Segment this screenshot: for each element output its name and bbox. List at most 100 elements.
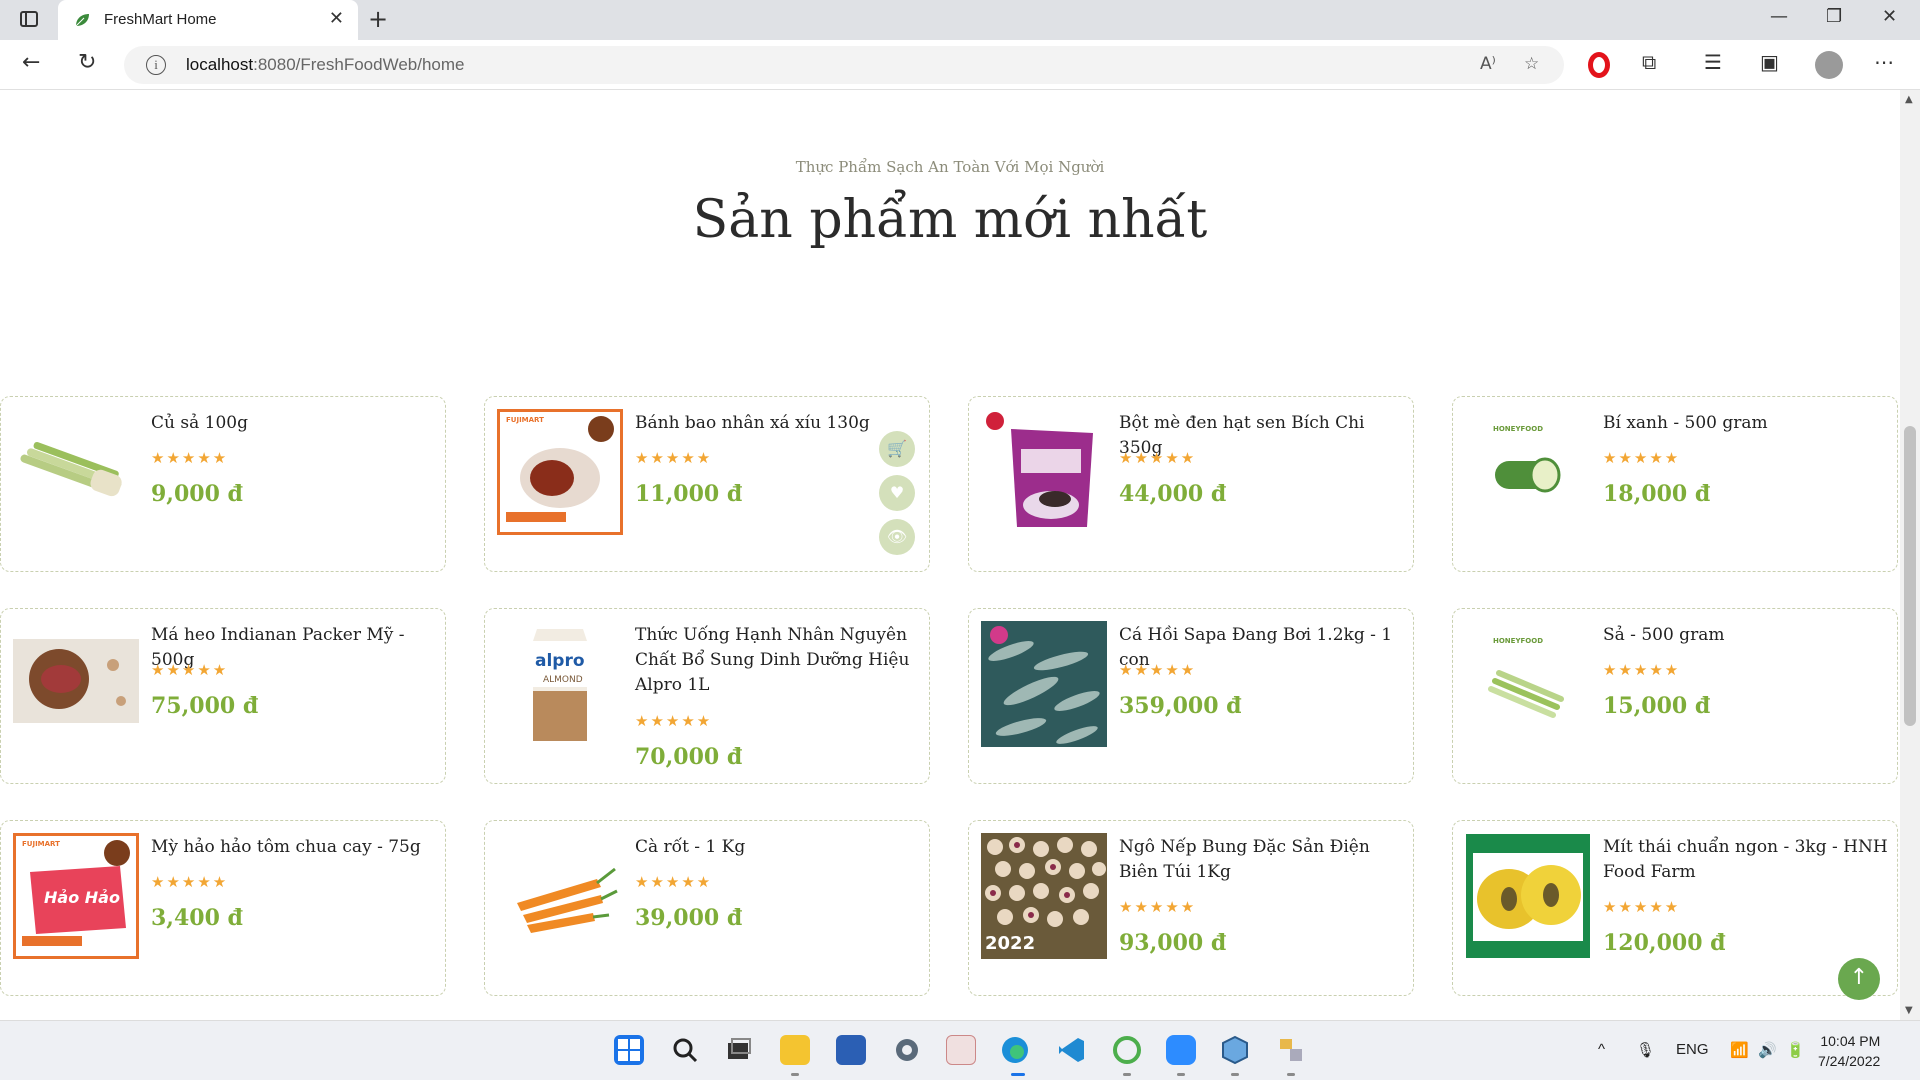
address-bar[interactable]: i localhost:8080/FreshFoodWeb/home A⁾ ☆ xyxy=(124,46,1564,84)
product-name[interactable]: Củ sả 100g xyxy=(151,411,436,436)
honeyfood-logo: HONEYFOOD xyxy=(1493,637,1544,645)
rating-stars: ★★★★★ xyxy=(151,873,229,891)
network-tool-icon[interactable] xyxy=(1276,1035,1306,1065)
product-price: 359,000 đ xyxy=(1119,693,1242,719)
snipping-tool-icon[interactable] xyxy=(946,1035,976,1065)
product-price: 93,000 đ xyxy=(1119,930,1227,956)
extensions-icon[interactable]: ⧉ xyxy=(1642,50,1656,74)
product-image-lemongrass[interactable] xyxy=(13,409,139,535)
product-image-ma-heo[interactable] xyxy=(13,621,139,747)
product-card[interactable]: Cá Hồi Sapa Đang Bơi 1.2kg - 1 con ★★★★★… xyxy=(968,608,1414,784)
product-name[interactable]: Mỳ hảo hảo tôm chua cay - 75g xyxy=(151,835,436,860)
scroll-down-arrow-icon[interactable]: ▼ xyxy=(1905,1005,1913,1016)
zoom-icon[interactable] xyxy=(1166,1035,1196,1065)
url-text[interactable]: localhost:8080/FreshFoodWeb/home xyxy=(186,55,464,75)
running-indicator xyxy=(1123,1073,1131,1076)
microsoft-store-icon[interactable] xyxy=(836,1035,866,1065)
virtualbox-icon[interactable] xyxy=(1220,1035,1250,1065)
restore-button[interactable]: ❐ xyxy=(1826,6,1842,27)
product-image-sa[interactable]: HONEYFOOD xyxy=(1465,621,1591,747)
product-image-bot-me-den[interactable] xyxy=(981,409,1107,535)
green-app-icon[interactable] xyxy=(1112,1035,1142,1065)
alpro-logo: alpro xyxy=(535,651,585,671)
site-info-icon[interactable]: i xyxy=(146,55,166,75)
profile-avatar[interactable] xyxy=(1815,51,1843,79)
product-card[interactable]: alpro ALMOND Thức Uống Hạnh Nhân Nguyên … xyxy=(484,608,930,784)
product-card[interactable]: 2022 Ngô Nếp Bung Đặc Sản Điện Biên Túi … xyxy=(968,820,1414,996)
browser-tab[interactable]: FreshMart Home ✕ xyxy=(58,0,358,40)
scroll-to-top-button[interactable]: ↑ xyxy=(1838,958,1880,1000)
product-card[interactable]: Cà rốt - 1 Kg ★★★★★ 39,000 đ xyxy=(484,820,930,996)
product-name[interactable]: Sả - 500 gram xyxy=(1603,623,1888,648)
microphone-icon[interactable]: 🎙 xyxy=(1636,1041,1655,1059)
add-favorite-icon[interactable]: ☆ xyxy=(1524,54,1539,74)
rating-stars: ★★★★★ xyxy=(1119,898,1197,916)
product-price: 3,400 đ xyxy=(151,905,243,931)
rating-stars: ★★★★★ xyxy=(1119,449,1197,467)
system-clock[interactable]: 10:04 PM 7/24/2022 xyxy=(1818,1031,1880,1071)
running-indicator xyxy=(1231,1073,1239,1076)
active-indicator xyxy=(1011,1073,1025,1076)
back-button[interactable]: ← xyxy=(22,50,40,75)
product-name[interactable]: Cà rốt - 1 Kg xyxy=(635,835,920,860)
opera-extension-icon[interactable] xyxy=(1588,52,1610,78)
page-scrollbar[interactable]: ▲ ▼ xyxy=(1900,90,1920,1020)
file-explorer-icon[interactable] xyxy=(780,1035,810,1065)
collections-icon[interactable]: ▣ xyxy=(1760,50,1779,74)
volume-icon[interactable]: 🔊 xyxy=(1758,1041,1777,1059)
product-card[interactable]: FUJIMART Hảo Hảo Mỳ hảo hảo tôm chua cay… xyxy=(0,820,446,996)
tab-actions-icon[interactable] xyxy=(20,11,38,27)
page-content: Thực Phẩm Sạch An Toàn Với Mọi Người Sản… xyxy=(0,90,1900,1020)
product-name[interactable]: Bí xanh - 500 gram xyxy=(1603,411,1888,436)
more-menu-icon[interactable]: ⋯ xyxy=(1874,50,1894,74)
browser-tabbar: FreshMart Home ✕ + — ❐ ✕ xyxy=(0,0,1920,40)
close-window-button[interactable]: ✕ xyxy=(1882,6,1897,27)
product-card[interactable]: HONEYFOOD Bí xanh - 500 gram ★★★★★ 18,00… xyxy=(1452,396,1898,572)
show-hidden-icons-icon[interactable]: ^ xyxy=(1598,1041,1605,1058)
product-name[interactable]: Ngô Nếp Bung Đặc Sản Điện Biên Túi 1Kg xyxy=(1119,835,1404,885)
product-card[interactable]: Má heo Indianan Packer Mỹ - 500g ★★★★★ 7… xyxy=(0,608,446,784)
minimize-button[interactable]: — xyxy=(1770,6,1788,27)
product-image-banh-bao[interactable]: FUJIMART xyxy=(497,409,623,535)
product-price: 120,000 đ xyxy=(1603,930,1726,956)
wifi-icon[interactable]: 📶 xyxy=(1730,1041,1749,1059)
battery-icon[interactable]: 🔋 xyxy=(1786,1041,1805,1059)
vscode-icon[interactable] xyxy=(1056,1035,1086,1065)
product-image-bi-xanh[interactable]: HONEYFOOD xyxy=(1465,409,1591,535)
product-name[interactable]: Thức Uống Hạnh Nhân Nguyên Chất Bổ Sung … xyxy=(635,623,920,698)
reload-button[interactable]: ↻ xyxy=(78,50,96,75)
product-card[interactable]: FUJIMART Bánh bao nhân xá xíu 130g ★★★★★… xyxy=(484,396,930,572)
product-card[interactable]: Bột mè đen hạt sen Bích Chi 350g ★★★★★ 4… xyxy=(968,396,1414,572)
wishlist-button[interactable]: ♥ xyxy=(879,475,915,511)
product-image-mit-thai[interactable] xyxy=(1465,833,1591,959)
settings-gear-icon[interactable] xyxy=(892,1035,922,1065)
clock-time: 10:04 PM xyxy=(1820,1033,1881,1049)
language-indicator[interactable]: ENG xyxy=(1676,1041,1709,1058)
read-aloud-icon[interactable]: A⁾ xyxy=(1480,54,1496,74)
quick-view-button[interactable]: 👁 xyxy=(879,519,915,555)
search-icon[interactable] xyxy=(670,1035,700,1065)
product-card[interactable]: Củ sả 100g ★★★★★ 9,000 đ xyxy=(0,396,446,572)
product-price: 39,000 đ xyxy=(635,905,743,931)
scrollbar-thumb[interactable] xyxy=(1904,426,1916,726)
product-card[interactable]: Mít thái chuẩn ngon - 3kg - HNH Food Far… xyxy=(1452,820,1898,996)
product-image-ngo-nep[interactable]: 2022 xyxy=(981,833,1107,959)
favorites-icon[interactable]: ☰ xyxy=(1704,50,1722,74)
close-tab-icon[interactable]: ✕ xyxy=(329,8,344,29)
product-name[interactable]: Bánh bao nhân xá xíu 130g xyxy=(635,411,920,436)
product-image-ca-hoi[interactable] xyxy=(981,621,1107,747)
product-card[interactable]: HONEYFOOD Sả - 500 gram ★★★★★ 15,000 đ xyxy=(1452,608,1898,784)
product-price: 75,000 đ xyxy=(151,693,259,719)
new-tab-button[interactable]: + xyxy=(368,5,388,33)
start-menu-icon[interactable] xyxy=(614,1035,644,1065)
product-image-hao-hao[interactable]: FUJIMART Hảo Hảo xyxy=(13,833,139,959)
product-name[interactable]: Mít thái chuẩn ngon - 3kg - HNH Food Far… xyxy=(1603,835,1888,885)
task-view-icon[interactable] xyxy=(724,1035,754,1065)
rating-stars: ★★★★★ xyxy=(1119,661,1197,679)
add-to-cart-button[interactable]: 🛒 xyxy=(879,431,915,467)
product-image-alpro[interactable]: alpro ALMOND xyxy=(497,621,623,747)
windows-taskbar: ^ 🎙 ENG 📶 🔊 🔋 10:04 PM 7/24/2022 xyxy=(0,1020,1920,1080)
scroll-up-arrow-icon[interactable]: ▲ xyxy=(1905,94,1913,105)
product-image-ca-rot[interactable] xyxy=(497,833,623,959)
edge-browser-icon[interactable] xyxy=(1000,1035,1030,1065)
